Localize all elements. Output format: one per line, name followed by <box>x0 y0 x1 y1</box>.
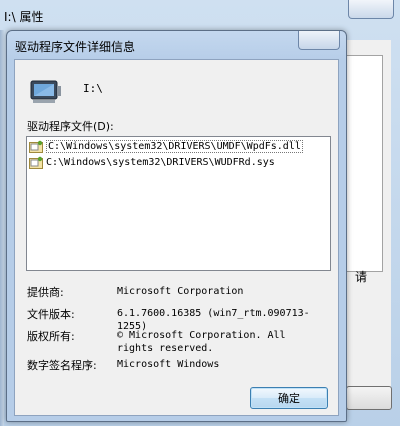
background-side-text: 请 <box>355 270 368 284</box>
background-list <box>343 55 383 272</box>
driver-files-list[interactable]: C:\Windows\system32\DRIVERS\UMDF\WpdFs.d… <box>26 136 331 271</box>
file-icon <box>29 140 43 153</box>
background-button[interactable] <box>346 386 392 410</box>
background-close-button[interactable] <box>348 0 394 19</box>
file-path: C:\Windows\system32\DRIVERS\WUDFRd.sys <box>46 157 275 168</box>
provider-value: Microsoft Corporation <box>117 286 244 297</box>
background-window-edge <box>0 30 4 426</box>
driver-details-dialog: 驱动程序文件详细信息 I:\ 驱动程序文件(D): C:\Windows\sys… <box>6 30 347 422</box>
file-path: C:\Windows\system32\DRIVERS\UMDF\WpdFs.d… <box>46 140 303 153</box>
provider-label: 提供商: <box>27 286 64 299</box>
file-list-item[interactable]: C:\Windows\system32\DRIVERS\WUDFRd.sys <box>27 155 330 170</box>
dialog-close-button[interactable] <box>298 31 340 50</box>
file-icon <box>29 156 43 169</box>
driver-files-label: 驱动程序文件(D): <box>27 120 114 133</box>
signer-value: Microsoft Windows <box>117 359 220 370</box>
dialog-title: 驱动程序文件详细信息 <box>15 40 136 54</box>
ok-button[interactable]: 确定 <box>250 387 328 409</box>
dialog-body: I:\ 驱动程序文件(D): C:\Windows\system32\DRIVE… <box>14 59 339 416</box>
signer-label: 数字签名程序: <box>27 359 97 372</box>
device-name: I:\ <box>83 82 103 95</box>
background-window-title: I:\ 属性 <box>4 6 43 26</box>
copyright-label: 版权所有: <box>27 330 75 343</box>
background-window-title-text: I:\ 属性 <box>4 9 44 24</box>
copyright-value: © Microsoft Corporation. All rights rese… <box>117 330 286 354</box>
version-label: 文件版本: <box>27 308 75 321</box>
drive-icon <box>30 80 61 103</box>
file-list-item[interactable]: C:\Windows\system32\DRIVERS\UMDF\WpdFs.d… <box>27 139 330 154</box>
